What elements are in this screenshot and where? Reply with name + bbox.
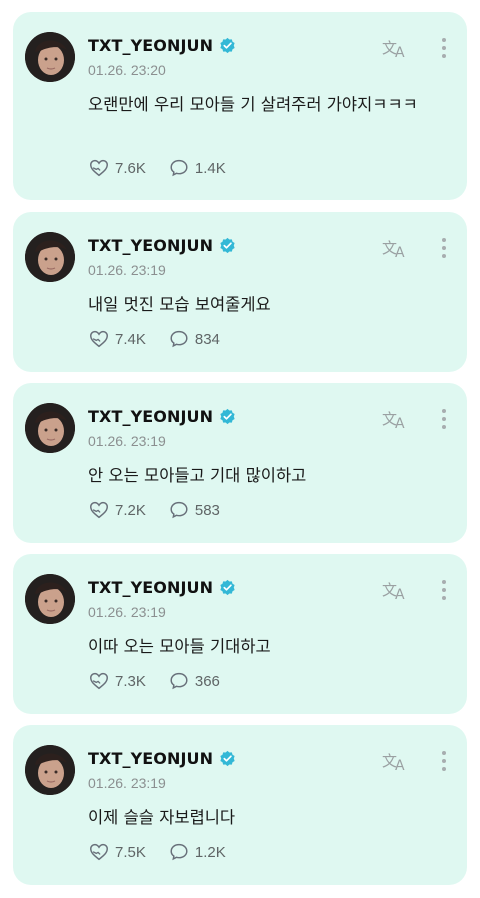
- comment-button[interactable]: 1.2K: [168, 841, 226, 863]
- like-count: 7.2K: [115, 501, 146, 519]
- post-card[interactable]: TXT_YEONJUN 01.26. 23:19 이제 슬슬 자보렵니다 文 A: [13, 725, 467, 885]
- translate-icon[interactable]: 文 A: [381, 236, 409, 261]
- username[interactable]: TXT_YEONJUN: [88, 36, 213, 55]
- comment-button[interactable]: 834: [168, 328, 220, 350]
- timestamp: 01.26. 23:19: [88, 775, 166, 791]
- timestamp: 01.26. 23:19: [88, 262, 166, 278]
- username[interactable]: TXT_YEONJUN: [88, 236, 213, 255]
- username[interactable]: TXT_YEONJUN: [88, 749, 213, 768]
- comment-button[interactable]: 583: [168, 499, 220, 521]
- translate-icon[interactable]: 文 A: [381, 749, 409, 774]
- comment-bubble-icon: [170, 843, 188, 861]
- timestamp: 01.26. 23:19: [88, 433, 166, 449]
- svg-text:A: A: [395, 416, 405, 431]
- more-vertical-icon[interactable]: [441, 580, 447, 602]
- heart-hand-icon: [90, 330, 108, 348]
- like-count: 7.5K: [115, 843, 146, 861]
- like-count: 7.3K: [115, 672, 146, 690]
- post-actions: 7.3K 366: [88, 670, 220, 692]
- comment-bubble-icon: [170, 330, 188, 348]
- post-actions: 7.5K 1.2K: [88, 841, 226, 863]
- verified-badge-icon: [219, 237, 236, 254]
- heart-hand-icon: [90, 843, 108, 861]
- avatar[interactable]: [25, 403, 75, 453]
- post-actions: 7.2K 583: [88, 499, 220, 521]
- avatar[interactable]: [25, 32, 75, 82]
- more-vertical-icon[interactable]: [441, 409, 447, 431]
- heart-hand-icon: [90, 501, 108, 519]
- post-actions: 7.4K 834: [88, 328, 220, 350]
- more-vertical-icon[interactable]: [441, 238, 447, 260]
- post-card[interactable]: TXT_YEONJUN 01.26. 23:19 이따 오는 모아들 기대하고 …: [13, 554, 467, 714]
- like-count: 7.4K: [115, 330, 146, 348]
- user-name-row[interactable]: TXT_YEONJUN: [88, 36, 236, 55]
- username[interactable]: TXT_YEONJUN: [88, 578, 213, 597]
- timestamp: 01.26. 23:19: [88, 604, 166, 620]
- heart-hand-icon: [90, 159, 108, 177]
- translate-icon[interactable]: 文 A: [381, 36, 409, 61]
- post-text: 이따 오는 모아들 기대하고: [88, 637, 271, 656]
- comment-count: 583: [194, 501, 220, 519]
- verified-badge-icon: [219, 408, 236, 425]
- username[interactable]: TXT_YEONJUN: [88, 407, 213, 426]
- like-button[interactable]: 7.4K: [88, 328, 146, 350]
- translate-icon[interactable]: 文 A: [381, 407, 409, 432]
- svg-text:A: A: [395, 758, 405, 773]
- user-name-row[interactable]: TXT_YEONJUN: [88, 236, 236, 255]
- timestamp: 01.26. 23:20: [88, 62, 166, 78]
- comment-button[interactable]: 1.4K: [168, 157, 226, 179]
- post-card[interactable]: TXT_YEONJUN 01.26. 23:20 오랜만에 우리 모아들 기 살…: [13, 12, 467, 200]
- avatar[interactable]: [25, 745, 75, 795]
- comment-button[interactable]: 366: [168, 670, 220, 692]
- post-text: 오랜만에 우리 모아들 기 살려주러 가야지ㅋㅋㅋ: [88, 95, 418, 114]
- post-text: 이제 슬슬 자보렵니다: [88, 808, 236, 827]
- comment-bubble-icon: [170, 672, 188, 690]
- post-text: 안 오는 모아들고 기대 많이하고: [88, 466, 307, 485]
- verified-badge-icon: [219, 750, 236, 767]
- comment-count: 834: [194, 330, 220, 348]
- user-name-row[interactable]: TXT_YEONJUN: [88, 749, 236, 768]
- svg-text:A: A: [395, 45, 405, 60]
- avatar[interactable]: [25, 574, 75, 624]
- verified-badge-icon: [219, 37, 236, 54]
- post-feed: TXT_YEONJUN 01.26. 23:20 오랜만에 우리 모아들 기 살…: [0, 0, 480, 898]
- post-card[interactable]: TXT_YEONJUN 01.26. 23:19 안 오는 모아들고 기대 많이…: [13, 383, 467, 543]
- like-count: 7.6K: [115, 159, 146, 177]
- like-button[interactable]: 7.6K: [88, 157, 146, 179]
- like-button[interactable]: 7.2K: [88, 499, 146, 521]
- like-button[interactable]: 7.3K: [88, 670, 146, 692]
- user-name-row[interactable]: TXT_YEONJUN: [88, 407, 236, 426]
- comment-bubble-icon: [170, 159, 188, 177]
- avatar[interactable]: [25, 232, 75, 282]
- svg-text:A: A: [395, 587, 405, 602]
- comment-count: 1.4K: [194, 159, 226, 177]
- post-actions: 7.6K 1.4K: [88, 157, 226, 179]
- comment-count: 1.2K: [194, 843, 226, 861]
- post-card[interactable]: TXT_YEONJUN 01.26. 23:19 내일 멋진 모습 보여줄게요 …: [13, 212, 467, 372]
- comment-count: 366: [194, 672, 220, 690]
- more-vertical-icon[interactable]: [441, 751, 447, 773]
- svg-text:A: A: [395, 245, 405, 260]
- translate-icon[interactable]: 文 A: [381, 578, 409, 603]
- heart-hand-icon: [90, 672, 108, 690]
- like-button[interactable]: 7.5K: [88, 841, 146, 863]
- user-name-row[interactable]: TXT_YEONJUN: [88, 578, 236, 597]
- comment-bubble-icon: [170, 501, 188, 519]
- more-vertical-icon[interactable]: [441, 38, 447, 60]
- post-text: 내일 멋진 모습 보여줄게요: [88, 295, 271, 314]
- verified-badge-icon: [219, 579, 236, 596]
